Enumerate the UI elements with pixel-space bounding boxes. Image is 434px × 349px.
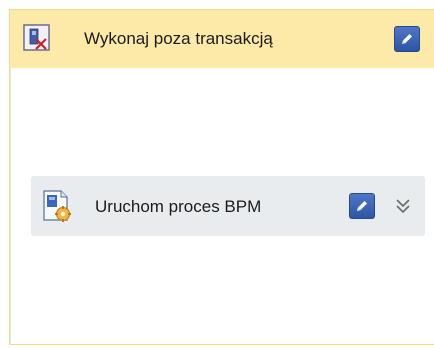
double-chevron-down-icon[interactable] <box>395 196 411 216</box>
pencil-icon <box>402 34 412 44</box>
scope-header[interactable]: Wykonaj poza transakcją <box>10 10 434 68</box>
workflow-canvas: Wykonaj poza transakcją Uruchom proces B… <box>0 0 434 349</box>
start-bpm-process-icon <box>41 189 73 223</box>
scope-title: Wykonaj poza transakcją <box>84 29 273 48</box>
activity-title: Uruchom proces BPM <box>95 197 262 216</box>
activity-edit-button[interactable] <box>349 193 375 219</box>
start-bpm-process-activity[interactable]: Uruchom proces BPM <box>31 176 425 236</box>
pencil-icon <box>357 201 367 211</box>
scope-edit-button[interactable] <box>394 26 420 52</box>
no-transaction-icon <box>23 24 50 51</box>
